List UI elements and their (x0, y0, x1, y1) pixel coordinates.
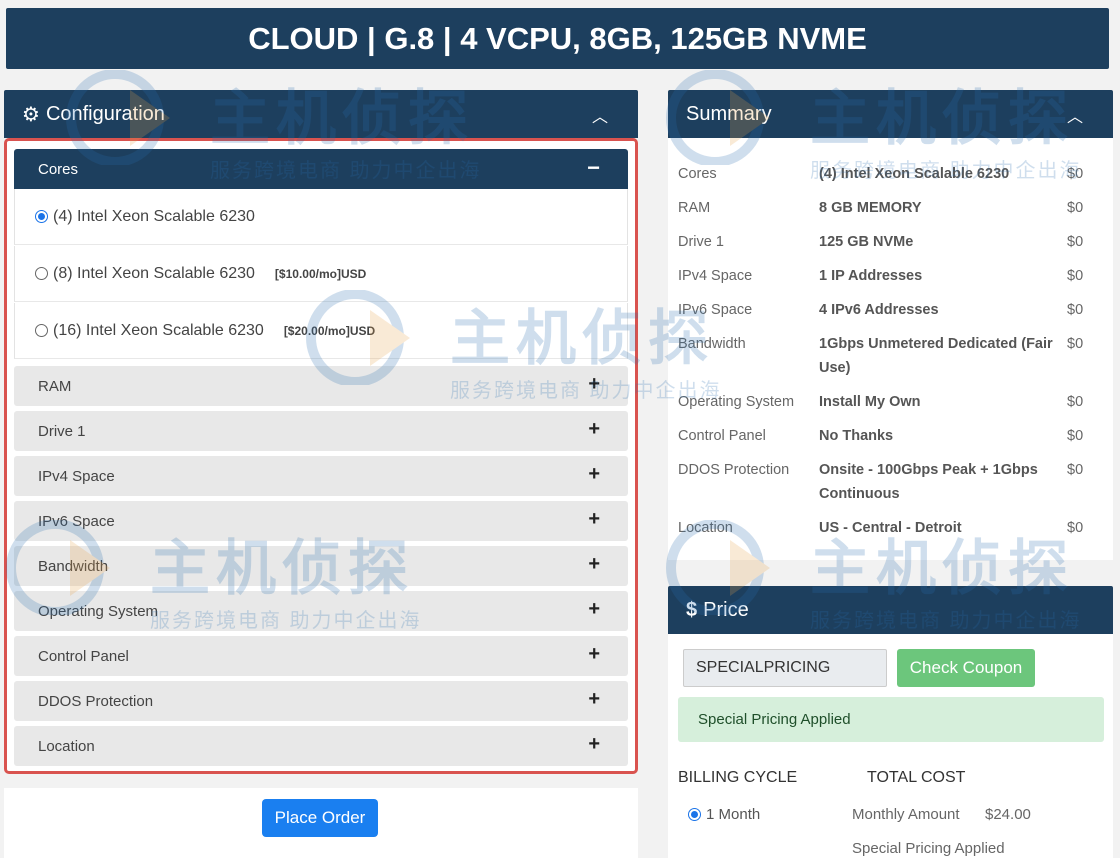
summary-price: $0 (1067, 200, 1084, 216)
summary-value: 4 IPv6 Addresses (819, 302, 939, 318)
summary-price: $0 (1067, 394, 1084, 410)
summary-key: Cores (678, 166, 717, 182)
coupon-success-alert: Special Pricing Applied (678, 697, 1104, 742)
summary-price: $0 (1067, 336, 1084, 352)
billing-cycle-option[interactable]: 1 Month (688, 806, 760, 823)
expand-icon[interactable]: + (588, 418, 600, 441)
expand-icon[interactable]: + (588, 373, 600, 396)
expand-icon[interactable]: + (588, 463, 600, 486)
section-ipv6-space[interactable]: IPv6 Space + (14, 501, 628, 541)
summary-key: Bandwidth (678, 336, 746, 352)
place-order-button[interactable]: Place Order (262, 799, 378, 837)
section-label: DDOS Protection (38, 692, 154, 710)
price-header: $ Price (668, 586, 1113, 634)
chevron-up-icon[interactable]: ︿ (1067, 103, 1083, 127)
expand-icon[interactable]: + (588, 508, 600, 531)
configuration-header[interactable]: ⚙ Configuration ︿ (4, 90, 638, 138)
configuration-body: Cores − (4) Intel Xeon Scalable 6230 (8)… (4, 138, 638, 774)
summary-body: Cores (4) Intel Xeon Scalable 6230 $0 RAM 8… (668, 138, 1113, 560)
summary-price: $0 (1067, 428, 1084, 444)
coupon-input[interactable]: SPECIALPRICING (683, 649, 887, 687)
section-label: IPv6 Space (38, 512, 115, 530)
section-label: Bandwidth (38, 557, 109, 575)
summary-key: Control Panel (678, 428, 766, 444)
summary-price: $0 (1067, 462, 1084, 478)
summary-value: Install My Own (819, 394, 921, 410)
billing-cycle-label: BILLING CYCLE (678, 769, 798, 786)
expand-icon[interactable]: + (588, 598, 600, 621)
summary-value: 1Gbps Unmetered Dedicated (Fair Use) (819, 336, 1053, 376)
section-label: Operating System (38, 602, 159, 620)
summary-value: Onsite - 100Gbps Peak + 1Gbps Continuous (819, 462, 1038, 502)
product-title: CLOUD | G.8 | 4 VCPU, 8GB, 125GB NVME (6, 8, 1109, 69)
collapse-icon[interactable]: − (587, 155, 600, 181)
expand-icon[interactable]: + (588, 733, 600, 756)
core-option-label: (4) Intel Xeon Scalable 6230 (53, 207, 255, 225)
summary-key: IPv6 Space (678, 302, 753, 318)
summary-price: $0 (1067, 520, 1084, 536)
summary-key: DDOS Protection (678, 462, 790, 478)
summary-header[interactable]: Summary ︿ (668, 90, 1113, 138)
section-label: Control Panel (38, 647, 129, 665)
summary-value: No Thanks (819, 428, 894, 444)
chevron-up-icon[interactable]: ︿ (592, 103, 608, 127)
section-drive-1[interactable]: Drive 1 + (14, 411, 628, 451)
summary-key: Drive 1 (678, 234, 724, 250)
section-ipv4-space[interactable]: IPv4 Space + (14, 456, 628, 496)
summary-key: Location (678, 520, 733, 536)
monthly-amount-value: $24.00 (985, 806, 1031, 823)
core-option-4[interactable]: (4) Intel Xeon Scalable 6230 (14, 189, 628, 245)
special-pricing-note: Special Pricing Applied (852, 840, 1005, 857)
core-option-16[interactable]: (16) Intel Xeon Scalable 6230 [$20.00/mo… (14, 303, 628, 359)
core-option-label: (16) Intel Xeon Scalable 6230 (53, 321, 264, 339)
radio-selected[interactable] (35, 210, 48, 223)
summary-price: $0 (1067, 166, 1084, 182)
gear-icon: ⚙ (22, 103, 40, 126)
section-label: IPv4 Space (38, 467, 115, 485)
core-option-price: [$20.00/mo]USD (283, 323, 376, 338)
section-control-panel[interactable]: Control Panel + (14, 636, 628, 676)
summary-title: Summary (686, 102, 772, 125)
check-coupon-button[interactable]: Check Coupon (897, 649, 1035, 687)
summary-value: 1 IP Addresses (819, 268, 923, 284)
radio-unselected[interactable] (35, 267, 48, 280)
billing-cycle-option-label: 1 Month (706, 806, 761, 823)
monthly-amount-label: Monthly Amount (852, 806, 960, 823)
radio-selected[interactable] (688, 808, 701, 821)
summary-value: US - Central - Detroit (819, 520, 962, 536)
section-location[interactable]: Location + (14, 726, 628, 766)
summary-value: 8 GB MEMORY (819, 200, 922, 216)
expand-icon[interactable]: + (588, 553, 600, 576)
price-title: Price (703, 598, 749, 621)
section-ddos-protection[interactable]: DDOS Protection + (14, 681, 628, 721)
core-option-label: (8) Intel Xeon Scalable 6230 (53, 264, 255, 282)
expand-icon[interactable]: + (588, 688, 600, 711)
cores-label: Cores (38, 160, 79, 178)
total-cost-label: TOTAL COST (867, 769, 966, 786)
summary-price: $0 (1067, 302, 1084, 318)
section-bandwidth[interactable]: Bandwidth + (14, 546, 628, 586)
configuration-title: Configuration (45, 102, 165, 125)
section-ram[interactable]: RAM + (14, 366, 628, 406)
section-label: RAM (38, 377, 72, 395)
summary-value: (4) Intel Xeon Scalable 6230 (819, 166, 1010, 182)
radio-unselected[interactable] (35, 324, 48, 337)
section-label: Drive 1 (38, 422, 86, 440)
section-operating-system[interactable]: Operating System + (14, 591, 628, 631)
cores-section-header[interactable]: Cores − (14, 149, 628, 189)
core-option-price: [$10.00/mo]USD (274, 266, 367, 281)
expand-icon[interactable]: + (588, 643, 600, 666)
summary-key: IPv4 Space (678, 268, 753, 284)
section-label: Location (38, 737, 95, 755)
summary-key: RAM (678, 200, 711, 216)
core-option-8[interactable]: (8) Intel Xeon Scalable 6230 [$10.00/mo]… (14, 246, 628, 302)
summary-price: $0 (1067, 268, 1084, 284)
summary-key: Operating System (678, 394, 795, 410)
summary-price: $0 (1067, 234, 1084, 250)
summary-value: 125 GB NVMe (819, 234, 914, 250)
dollar-icon: $ (686, 598, 698, 621)
